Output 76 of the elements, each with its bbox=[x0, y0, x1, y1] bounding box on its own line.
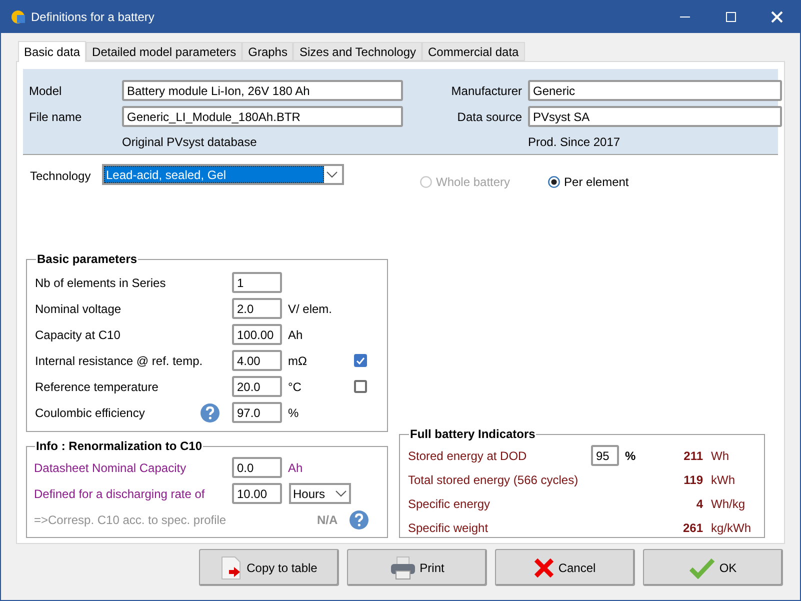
document-arrow-icon bbox=[220, 556, 243, 580]
dialog-button[interactable]: Cancel bbox=[495, 549, 635, 586]
checkmark-icon bbox=[689, 556, 716, 578]
note-text: Prod. Since 2017 bbox=[528, 134, 622, 151]
technology-dropdown[interactable]: Lead-acid, sealed, Gel bbox=[102, 164, 344, 185]
parameter-field[interactable]: 0.0 bbox=[232, 457, 282, 478]
text-field[interactable]: PVsyst SA bbox=[528, 106, 782, 127]
group-title: Basic parameters bbox=[36, 251, 138, 268]
parameter-field[interactable]: 2.0 bbox=[232, 298, 282, 319]
parameter-field[interactable]: 20.0 bbox=[232, 376, 282, 397]
unit-dropdown[interactable]: Hours bbox=[289, 483, 351, 504]
help-icon[interactable] bbox=[200, 402, 220, 422]
cross-icon bbox=[534, 558, 554, 578]
radio-option[interactable]: Per element bbox=[548, 173, 629, 191]
field-label: Data source bbox=[456, 108, 523, 126]
parameter-label: Nb of elements in Series bbox=[35, 274, 167, 292]
field-label: Manufacturer bbox=[450, 82, 523, 100]
indicator-value: 4 bbox=[695, 496, 703, 512]
parameter-label: Internal resistance @ ref. temp. bbox=[35, 352, 200, 370]
parameter-field[interactable]: 100.00 bbox=[232, 324, 282, 345]
text-field[interactable]: Battery module Li-Ion, 26V 180 Ah bbox=[122, 80, 403, 101]
dialog-button[interactable]: OK bbox=[643, 549, 783, 586]
parameter-label: =>Corresp. C10 acc. to spec. profile bbox=[34, 512, 228, 529]
unit-text: Wh/kg bbox=[711, 496, 746, 512]
unit-text: % bbox=[625, 448, 636, 464]
checkbox[interactable] bbox=[354, 380, 367, 393]
chevron-down-icon bbox=[335, 490, 347, 498]
indicator-label: Total stored energy (566 cycles) bbox=[408, 472, 580, 488]
parameter-field[interactable]: 4.00 bbox=[232, 350, 282, 371]
indicator-label: Specific energy bbox=[408, 496, 492, 512]
note-text: Original PVsyst database bbox=[122, 134, 258, 151]
window-title: Definitions for a battery bbox=[31, 9, 154, 26]
unit-text: V/ elem. bbox=[288, 302, 332, 316]
app-logo-icon bbox=[11, 10, 25, 24]
indicator-label: Specific weight bbox=[408, 520, 490, 536]
group-title: Full battery Indicators bbox=[409, 426, 536, 443]
parameter-field[interactable]: 97.0 bbox=[232, 402, 282, 423]
indicator-value: 119 bbox=[682, 472, 703, 488]
text-field[interactable]: Generic bbox=[528, 80, 782, 101]
field-label: Model bbox=[29, 82, 63, 100]
parameter-field[interactable]: 10.00 bbox=[232, 483, 282, 504]
dialog-button[interactable]: Copy to table bbox=[199, 549, 339, 586]
indicator-value: 211 bbox=[682, 448, 703, 464]
field-label: File name bbox=[29, 108, 83, 126]
parameter-label: Defined for a discharging rate of bbox=[34, 486, 206, 502]
unit-text: kWh bbox=[711, 472, 735, 488]
dod-field[interactable]: 95 bbox=[591, 445, 619, 466]
parameter-label: Reference temperature bbox=[35, 378, 160, 396]
tab[interactable]: Basic data bbox=[18, 41, 86, 62]
group-title: Info : Renormalization to C10 bbox=[35, 438, 204, 455]
indicator-label: Stored energy at DOD bbox=[408, 448, 528, 464]
checkbox[interactable] bbox=[354, 354, 367, 367]
unit-text: °C bbox=[288, 380, 302, 394]
indicator-value: 261 bbox=[682, 520, 703, 536]
parameter-label: Capacity at C10 bbox=[35, 326, 122, 344]
help-icon[interactable] bbox=[349, 510, 369, 530]
tab[interactable]: Commercial data bbox=[422, 42, 525, 61]
parameter-label: Nominal voltage bbox=[35, 300, 122, 318]
text-field[interactable]: Generic_LI_Module_180Ah.BTR bbox=[122, 106, 403, 127]
unit-text: mΩ bbox=[288, 354, 307, 368]
tab[interactable]: Graphs bbox=[242, 42, 294, 61]
unit-text: Ah bbox=[288, 328, 303, 342]
parameter-label: Coulombic efficiency bbox=[35, 404, 146, 422]
tab[interactable]: Sizes and Technology bbox=[293, 42, 422, 61]
unit-text: % bbox=[288, 406, 299, 420]
parameter-label: Datasheet Nominal Capacity bbox=[34, 460, 188, 476]
unit-text: Ah bbox=[288, 460, 303, 476]
unit-text: kg/kWh bbox=[711, 520, 752, 536]
tab[interactable]: Detailed model parameters bbox=[86, 42, 242, 61]
chevron-down-icon bbox=[326, 170, 338, 178]
technology-label: Technology bbox=[30, 168, 92, 185]
printer-icon bbox=[390, 556, 416, 580]
unit-text: Wh bbox=[711, 448, 729, 464]
dialog-button[interactable]: Print bbox=[347, 549, 487, 586]
parameter-field[interactable]: 1 bbox=[232, 272, 282, 293]
result-value: N/A bbox=[317, 512, 339, 529]
